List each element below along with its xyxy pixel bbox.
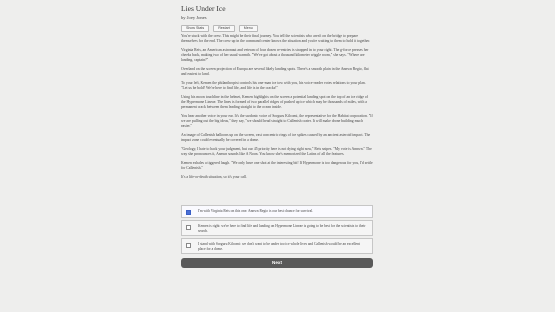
story-text: You're stuck with the crew. This might b…	[181, 34, 373, 184]
story-paragraph: It's a life-or-death situation, so it's …	[181, 175, 247, 179]
radio-selected-icon[interactable]	[186, 210, 191, 215]
choice-option-reis[interactable]: I'm with Virginia Reis on this one. Annw…	[181, 205, 373, 218]
story-paragraph: Virginia Reis, an American astronaut and…	[181, 48, 369, 62]
choice-list: I'm with Virginia Reis on this one. Annw…	[181, 205, 373, 256]
choice-option-kilcomi[interactable]: I stand with Sorguru Kilcomi: we don't w…	[181, 238, 373, 254]
choice-option-kemen[interactable]: Kemen is right: we're here to find life …	[181, 220, 373, 236]
story-paragraph: You hear another voice in your ear. It's…	[181, 114, 373, 128]
story-paragraph: Overland on the screen projection of Eur…	[181, 67, 369, 76]
story-paragraph: Using his moon touchline in the helmet, …	[181, 95, 369, 109]
story-paragraph: You're stuck with the crew. This might b…	[181, 34, 371, 43]
radio-empty-icon[interactable]	[186, 225, 191, 230]
restart-button[interactable]: Restart	[213, 25, 235, 32]
next-button[interactable]: Next	[181, 258, 373, 268]
story-paragraph: An image of Callenish balloons up on the…	[181, 133, 371, 142]
choice-label: Kemen is right: we're here to find life …	[198, 224, 366, 233]
show-stats-button[interactable]: Show Stats	[181, 25, 210, 32]
game-title: Lies Under Ice	[181, 4, 226, 13]
author-byline: by Joey Jones	[181, 15, 207, 20]
radio-empty-icon[interactable]	[186, 243, 191, 248]
toolbar: Show Stats Restart Menu	[181, 25, 258, 32]
story-paragraph: Kemen exhales a tiggered laugh. "We only…	[181, 161, 373, 170]
choice-label: I'm with Virginia Reis on this one. Annw…	[198, 209, 314, 213]
menu-button[interactable]: Menu	[238, 25, 258, 32]
game-page: Lies Under Ice by Joey Jones Show Stats …	[0, 0, 555, 312]
story-paragraph: "Geology, I hate to hack your judgment, …	[181, 147, 372, 156]
story-paragraph: To your left, Kemen the philanthropist c…	[181, 81, 366, 90]
choice-label: I stand with Sorguru Kilcomi: we don't w…	[198, 242, 360, 251]
